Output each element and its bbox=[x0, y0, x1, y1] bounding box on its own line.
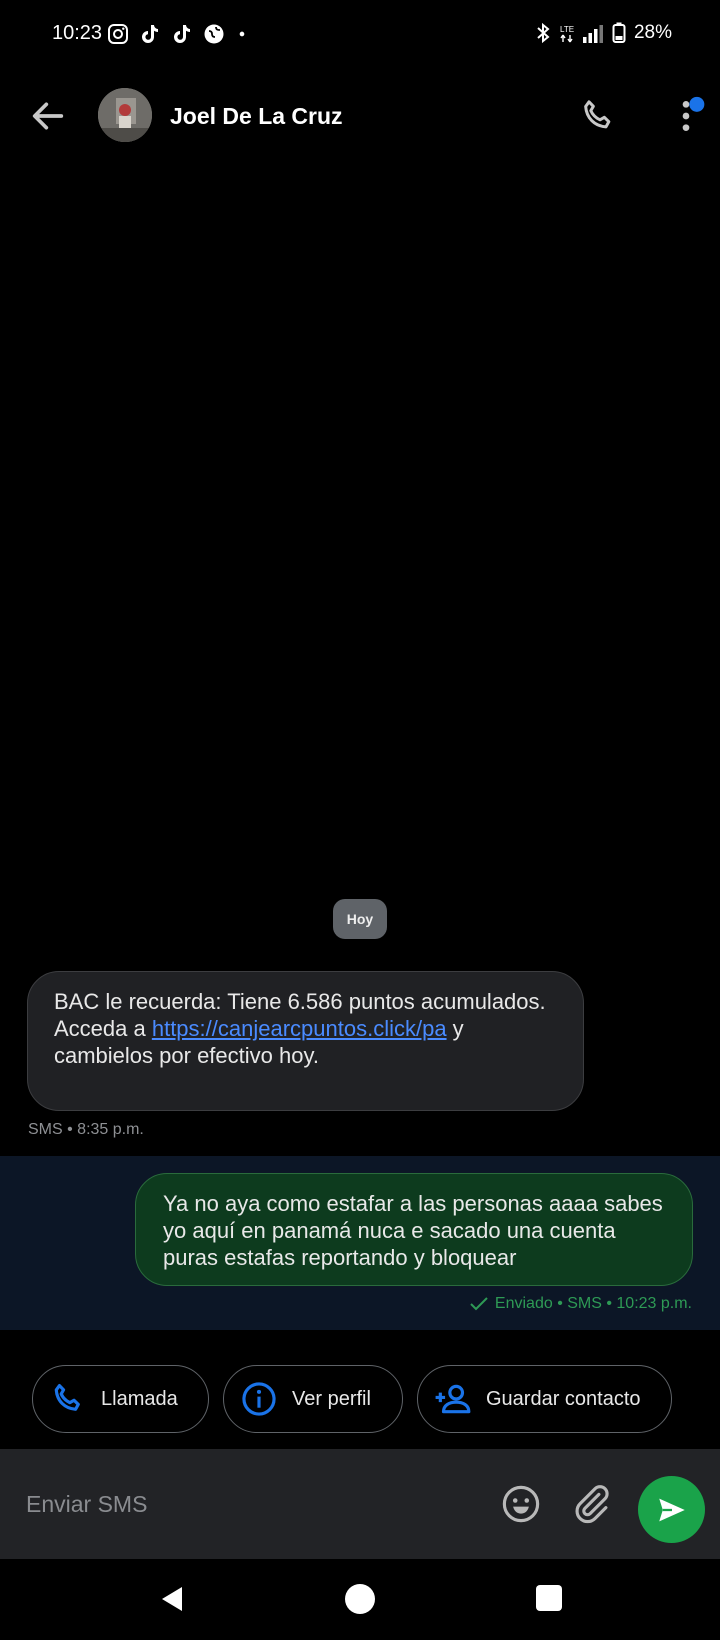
incoming-message-bubble[interactable]: BAC le recuerda: Tiene 6.586 puntos acum… bbox=[27, 971, 584, 1111]
nav-recents-icon[interactable] bbox=[536, 1585, 562, 1611]
phone-icon bbox=[54, 1383, 80, 1411]
contact-name[interactable]: Joel De La Cruz bbox=[170, 103, 343, 130]
send-button[interactable] bbox=[638, 1476, 705, 1543]
app-bar: Joel De La Cruz bbox=[0, 80, 720, 152]
back-arrow-icon[interactable] bbox=[28, 96, 68, 136]
send-icon bbox=[658, 1498, 685, 1521]
battery-percent: 28% bbox=[633, 22, 672, 43]
browser-icon bbox=[204, 24, 224, 44]
view-profile-chip[interactable]: Ver perfil bbox=[223, 1365, 403, 1433]
check-icon bbox=[470, 1297, 488, 1311]
bluetooth-icon bbox=[537, 22, 550, 44]
incoming-message-meta: SMS • 8:35 p.m. bbox=[28, 1121, 144, 1138]
signal-icon bbox=[582, 25, 603, 43]
tiktok-icon bbox=[142, 25, 158, 43]
outgoing-message-meta: Enviado • SMS • 10:23 p.m. bbox=[469, 1295, 692, 1313]
message-composer bbox=[0, 1449, 720, 1559]
save-contact-chip[interactable]: Guardar contacto bbox=[417, 1365, 672, 1433]
add-person-icon bbox=[435, 1384, 471, 1414]
action-chips: Llamada Ver perfil Guardar contacto bbox=[0, 1365, 720, 1435]
call-chip-label: Llamada bbox=[101, 1387, 178, 1410]
outgoing-message-text: Ya no aya como estafar a las personas aa… bbox=[163, 1191, 663, 1270]
status-bar: 10:23 LTE 28% bbox=[0, 0, 720, 72]
save-contact-chip-label: Guardar contacto bbox=[486, 1387, 641, 1410]
lte-icon: LTE bbox=[560, 25, 574, 43]
system-navigation-bar bbox=[0, 1559, 720, 1640]
instagram-icon bbox=[108, 24, 128, 44]
status-time: 10:23 bbox=[52, 22, 103, 44]
avatar-photo bbox=[98, 88, 152, 142]
date-chip: Hoy bbox=[333, 899, 387, 939]
phone-icon[interactable] bbox=[578, 96, 618, 136]
tiktok-icon bbox=[174, 25, 190, 43]
attach-icon[interactable] bbox=[570, 1483, 612, 1525]
more-vert-icon[interactable] bbox=[666, 96, 706, 136]
info-icon bbox=[242, 1382, 276, 1416]
battery-icon bbox=[612, 22, 626, 43]
notification-icons bbox=[106, 22, 250, 46]
svg-text:LTE: LTE bbox=[560, 25, 574, 34]
dot-icon bbox=[239, 31, 245, 37]
call-chip[interactable]: Llamada bbox=[32, 1365, 209, 1433]
system-icons: LTE 28% bbox=[534, 22, 672, 44]
nav-home-icon[interactable] bbox=[345, 1584, 375, 1614]
contact-avatar[interactable] bbox=[98, 88, 152, 142]
incoming-message-link[interactable]: https://canjearcpuntos.click/pa bbox=[152, 1016, 447, 1041]
nav-back-icon[interactable] bbox=[156, 1583, 188, 1615]
emoji-icon[interactable] bbox=[500, 1483, 542, 1525]
outgoing-message-bubble[interactable]: Ya no aya como estafar a las personas aa… bbox=[135, 1173, 693, 1286]
view-profile-chip-label: Ver perfil bbox=[292, 1387, 371, 1410]
message-input[interactable] bbox=[26, 1479, 446, 1529]
outgoing-message-status: Enviado • SMS • 10:23 p.m. bbox=[494, 1295, 692, 1312]
